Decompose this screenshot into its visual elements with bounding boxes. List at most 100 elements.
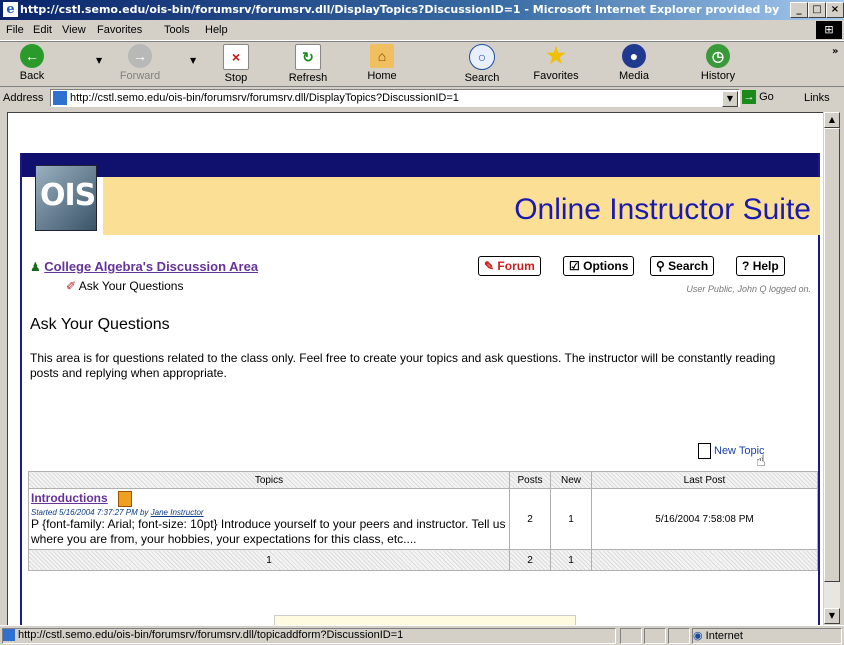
scroll-down-icon[interactable]: ▼ xyxy=(824,608,840,624)
status-page-icon xyxy=(3,629,15,642)
scroll-up-icon[interactable]: ▲ xyxy=(824,112,840,128)
go-arrow-icon: → xyxy=(742,90,756,104)
search-label: Search xyxy=(464,72,500,84)
topic-started: Started 5/16/2004 7:37:27 PM by xyxy=(31,508,149,518)
pencil-icon: ✐ xyxy=(66,279,77,293)
ois-logo: OIS xyxy=(35,165,97,231)
breadcrumb-current-label: Ask Your Questions xyxy=(78,279,184,293)
new-topic-link[interactable]: New Topic xyxy=(698,443,765,459)
links-button[interactable]: Links xyxy=(804,92,830,104)
hand-cursor-icon: ☝ xyxy=(756,451,766,470)
ie-icon: e xyxy=(3,2,18,17)
menu-view[interactable]: View xyxy=(62,24,86,36)
search-nav-label: Search xyxy=(668,259,709,273)
page-icon xyxy=(53,91,67,105)
logged-on-status: User Public, John Q logged on. xyxy=(686,284,811,294)
address-dropdown-icon[interactable]: ▼ xyxy=(722,91,738,107)
discussion-icon: ♟ xyxy=(30,260,41,274)
forum-label: Forum xyxy=(497,259,535,273)
favorites-button[interactable]: ★ Favorites xyxy=(526,43,586,83)
title-bar: e http://cstl.semo.edu/ois-bin/forumsrv/… xyxy=(0,0,844,20)
go-button[interactable]: → Go xyxy=(742,90,774,104)
close-button[interactable]: × xyxy=(826,2,844,18)
windows-logo-icon: ⊞ xyxy=(816,21,842,39)
new-document-icon xyxy=(698,443,711,459)
table-footer-row: 1 2 1 xyxy=(28,549,818,572)
home-icon: ⌂ xyxy=(370,44,394,68)
status-panel xyxy=(668,628,690,644)
history-button[interactable]: ◷ History xyxy=(688,44,748,82)
home-label: Home xyxy=(367,70,397,82)
breadcrumb-discussion-area-link[interactable]: College Algebra's Discussion Area xyxy=(44,259,258,274)
refresh-button[interactable]: ↻ Refresh xyxy=(278,44,338,84)
menu-file[interactable]: File xyxy=(6,24,24,36)
minimize-button[interactable]: _ xyxy=(790,2,808,18)
status-bar: http://cstl.semo.edu/ois-bin/forumsrv/fo… xyxy=(0,625,844,645)
bottom-toolbar-partial xyxy=(274,615,576,625)
posts-header[interactable]: Posts xyxy=(509,471,551,489)
topic-body: P {font-family: Arial; font-size: 10pt} … xyxy=(31,517,506,547)
options-label: Options xyxy=(583,259,629,273)
topic-posts: 2 xyxy=(509,487,551,551)
home-button[interactable]: ⌂ Home xyxy=(352,44,412,82)
footer-posts-count: 2 xyxy=(509,549,551,572)
table-row: Introductions Started 5/16/2004 7:37:27 … xyxy=(28,487,818,551)
forum-button[interactable]: ✎ Forum xyxy=(478,256,541,276)
breadcrumb: ♟ College Algebra's Discussion Area ✐ As… xyxy=(30,259,258,293)
footer-new-count: 1 xyxy=(550,549,592,572)
status-url: http://cstl.semo.edu/ois-bin/forumsrv/fo… xyxy=(18,629,404,641)
topic-last-post: 5/16/2004 7:58:08 PM xyxy=(591,487,818,551)
vertical-scrollbar[interactable]: ▲ ▼ xyxy=(824,112,840,624)
last-post-header[interactable]: Last Post xyxy=(591,471,818,489)
menu-tools[interactable]: Tools xyxy=(164,24,190,36)
search-nav-button[interactable]: ⚲ Search xyxy=(650,256,715,276)
menu-edit[interactable]: Edit xyxy=(33,24,52,36)
back-arrow-icon: ← xyxy=(20,44,44,68)
refresh-icon: ↻ xyxy=(295,44,321,70)
history-label: History xyxy=(700,70,736,82)
menu-favorites[interactable]: Favorites xyxy=(97,24,142,36)
media-icon: ● xyxy=(622,44,646,68)
security-zone: ◉ Internet xyxy=(692,628,842,644)
back-button[interactable]: ← Back xyxy=(2,44,62,82)
help-label: Help xyxy=(752,259,779,273)
forward-dropdown-icon[interactable]: ▼ xyxy=(190,56,196,65)
forward-arrow-icon: → xyxy=(128,44,152,68)
globe-icon: ◉ xyxy=(693,630,703,642)
topics-header[interactable]: Topics xyxy=(28,471,510,489)
footer-empty xyxy=(591,549,818,572)
page-content: OIS Online Instructor Suite ♟ College Al… xyxy=(7,112,823,625)
menu-help[interactable]: Help xyxy=(205,24,228,36)
forward-label: Forward xyxy=(119,70,161,82)
maximize-button[interactable]: □ xyxy=(808,2,826,18)
page-description: This area is for questions related to th… xyxy=(30,351,776,380)
options-button[interactable]: ☑ Options xyxy=(563,256,635,276)
topic-cell: Introductions Started 5/16/2004 7:37:27 … xyxy=(28,487,510,551)
search-button[interactable]: ○ Search xyxy=(452,44,512,84)
checkbox-icon: ☑ xyxy=(569,259,580,273)
window-title: http://cstl.semo.edu/ois-bin/forumsrv/fo… xyxy=(20,3,780,16)
scroll-thumb[interactable] xyxy=(824,128,840,582)
address-bar: Address http://cstl.semo.edu/ois-bin/for… xyxy=(0,86,844,109)
status-text: http://cstl.semo.edu/ois-bin/forumsrv/fo… xyxy=(2,628,616,644)
stop-button[interactable]: × Stop xyxy=(206,44,266,84)
address-label: Address xyxy=(3,92,44,104)
status-panel xyxy=(620,628,642,644)
status-panel xyxy=(644,628,666,644)
new-header[interactable]: New xyxy=(550,471,592,489)
topics-table: Topics Posts New Last Post Introductions… xyxy=(28,471,818,572)
back-dropdown-icon[interactable]: ▼ xyxy=(96,56,102,65)
help-button[interactable]: ? Help xyxy=(736,256,785,276)
toolbar-chevron-icon[interactable]: » xyxy=(832,46,838,57)
topic-author-link[interactable]: Jane Instructor xyxy=(151,508,204,517)
breadcrumb-current: ✐ Ask Your Questions xyxy=(66,279,183,293)
media-button[interactable]: ● Media xyxy=(604,44,664,82)
page-title: Ask Your Questions xyxy=(30,316,170,333)
topic-title-link[interactable]: Introductions xyxy=(31,491,108,505)
forum-pencil-icon: ✎ xyxy=(484,259,495,273)
menu-bar: File Edit View Favorites Tools Help ⊞ xyxy=(0,20,844,41)
favorites-star-icon: ★ xyxy=(546,43,566,68)
address-input[interactable]: http://cstl.semo.edu/ois-bin/forumsrv/fo… xyxy=(50,89,740,107)
go-label: Go xyxy=(759,90,774,103)
forward-button[interactable]: → Forward xyxy=(110,44,170,82)
